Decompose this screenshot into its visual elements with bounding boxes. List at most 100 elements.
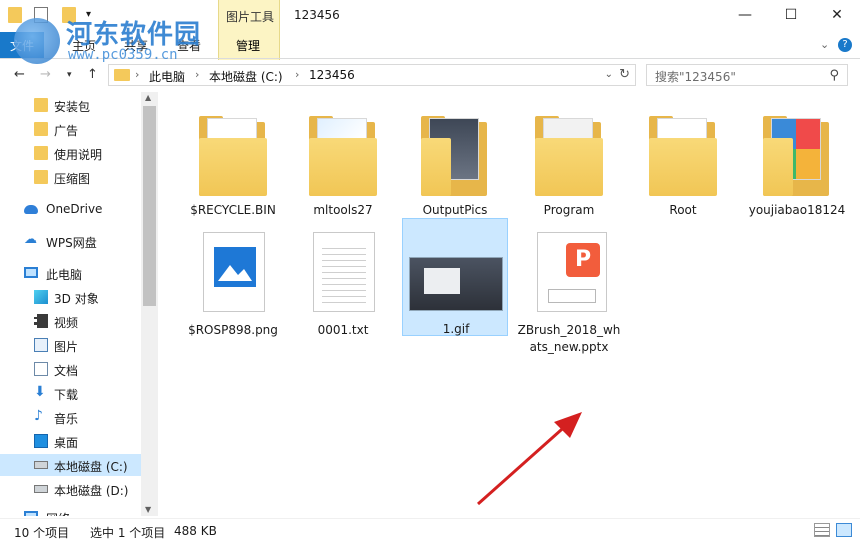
sidebar-item-label: 图片 (54, 340, 79, 354)
music-icon: ♪ (34, 408, 43, 424)
scroll-down-icon[interactable]: ▼ (145, 505, 151, 514)
file-item-mltools27[interactable]: mltools27 (290, 100, 396, 220)
sidebar-item-label: OneDrive (46, 202, 103, 216)
folder-icon (193, 108, 273, 196)
folder-icon[interactable] (8, 7, 22, 23)
text-file-icon (303, 228, 383, 316)
video-icon (34, 314, 48, 328)
file-item-recycle-bin[interactable]: $RECYCLE.BIN (180, 100, 286, 220)
file-item-0001-txt[interactable]: 0001.txt (290, 220, 396, 340)
sidebar-item-installers[interactable]: 安装包 (0, 94, 141, 116)
sidebar-item-documents[interactable]: 文档 (0, 358, 141, 380)
document-icon (34, 362, 48, 376)
search-input[interactable]: 搜索"123456" ⚲ (646, 64, 848, 86)
search-placeholder: 搜索"123456" (655, 70, 736, 84)
search-icon[interactable]: ⚲ (829, 68, 839, 83)
sidebar-item-label: 3D 对象 (54, 292, 99, 306)
file-item-zbrush-pptx[interactable]: P ZBrush_2018_whats_new.pptx (516, 220, 622, 360)
desktop-icon (34, 434, 48, 448)
sidebar-item-this-pc[interactable]: 此电脑 (0, 262, 141, 284)
3d-objects-icon (34, 290, 48, 304)
sidebar-item-local-disk-c[interactable]: 本地磁盘 (C:) (0, 454, 141, 476)
back-icon[interactable]: ← (14, 67, 25, 82)
file-name: $RECYCLE.BIN (190, 203, 276, 217)
recent-locations-icon[interactable]: ▾ (67, 70, 72, 80)
annotation-arrow (477, 412, 582, 506)
sidebar-item-label: 此电脑 (46, 268, 83, 282)
address-bar[interactable]: › 此电脑 › 本地磁盘 (C:) › 123456 ⌄ ↻ (108, 64, 636, 86)
status-item-count: 10 个项目 (14, 526, 70, 540)
watermark-text: 河东软件园 (66, 20, 202, 50)
sidebar-item-label: 压缩图 (54, 172, 91, 186)
window-title: 123456 (294, 8, 340, 22)
file-name: ZBrush_2018_whats_new.pptx (517, 323, 621, 354)
chevron-right-icon[interactable]: › (135, 68, 139, 81)
file-name: $ROSP898.png (188, 323, 278, 337)
chevron-right-icon[interactable]: › (195, 68, 199, 81)
image-file-icon (193, 228, 273, 316)
context-group-label: 图片工具 (225, 10, 274, 24)
cloud-icon (24, 205, 38, 214)
folder-icon (643, 108, 723, 196)
file-item-youjiabao18124[interactable]: youjiabao18124 (744, 100, 850, 220)
up-icon[interactable]: ↑ (87, 67, 98, 82)
computer-icon (24, 267, 38, 278)
scroll-up-icon[interactable]: ▲ (145, 93, 151, 102)
sidebar-item-compressed-images[interactable]: 压缩图 (0, 166, 141, 188)
sidebar-item-desktop[interactable]: 桌面 (0, 430, 141, 452)
folder-icon (34, 146, 48, 160)
file-item-root[interactable]: Root (630, 100, 736, 220)
file-name: Program (543, 203, 595, 217)
minimize-button[interactable]: — (722, 0, 768, 30)
file-name: 0001.txt (317, 323, 369, 337)
sidebar-item-label: 网络 (46, 510, 70, 516)
picture-icon (34, 338, 48, 352)
details-view-icon[interactable] (814, 523, 830, 537)
chevron-right-icon[interactable]: › (295, 68, 299, 81)
breadcrumb-this-pc[interactable]: 此电脑 (149, 68, 185, 85)
sidebar-item-label: 本地磁盘 (C:) (54, 460, 128, 474)
refresh-icon[interactable]: ↻ (619, 67, 630, 82)
sidebar-item-network[interactable]: 网络 (0, 506, 141, 516)
breadcrumb-current-folder[interactable]: 123456 (309, 68, 355, 82)
forward-icon[interactable]: → (40, 67, 51, 82)
sidebar-item-ads[interactable]: 广告 (0, 118, 141, 140)
sidebar-item-label: 下载 (54, 388, 79, 402)
status-size: 488 KB (174, 524, 217, 538)
close-button[interactable]: ✕ (814, 0, 860, 30)
sidebar-item-3d-objects[interactable]: 3D 对象 (0, 286, 141, 308)
navigation-pane: 安装包 广告 使用说明 压缩图 OneDrive ☁ WPS网盘 此电脑 3D … (0, 92, 158, 516)
navigation-row: ← → ▾ ↑ › 此电脑 › 本地磁盘 (C:) › 123456 ⌄ ↻ 搜… (0, 60, 860, 90)
expand-ribbon-icon[interactable]: ⌄ (820, 38, 829, 51)
watermark-logo-icon (14, 18, 60, 64)
help-icon[interactable]: ? (838, 38, 852, 52)
tab-manage[interactable]: 管理 (236, 37, 260, 54)
file-item-outputpics[interactable]: OutputPics (402, 100, 508, 220)
chevron-down-icon[interactable]: ⌄ (605, 69, 613, 80)
file-item-1-gif[interactable]: 1.gif (402, 218, 508, 336)
breadcrumb-local-disk-c[interactable]: 本地磁盘 (C:) (209, 68, 283, 85)
sidebar-item-local-disk-d[interactable]: 本地磁盘 (D:) (0, 478, 141, 500)
maximize-button[interactable]: ☐ (768, 0, 814, 30)
nav-scrollbar[interactable]: ▲ ▼ (141, 92, 158, 516)
folder-icon (415, 108, 495, 196)
sidebar-item-pictures[interactable]: 图片 (0, 334, 141, 356)
folder-icon (34, 98, 48, 112)
sidebar-item-instructions[interactable]: 使用说明 (0, 142, 141, 164)
gif-thumbnail-icon (409, 227, 503, 315)
folder-icon (303, 108, 383, 196)
sidebar-item-videos[interactable]: 视频 (0, 310, 141, 332)
wps-cloud-icon: ☁ (24, 232, 37, 247)
download-icon: ⬇ (34, 384, 46, 400)
sidebar-item-wps-drive[interactable]: ☁ WPS网盘 (0, 230, 141, 252)
large-icons-view-icon[interactable] (836, 523, 852, 537)
sidebar-item-label: 安装包 (54, 100, 91, 114)
folder-icon (529, 108, 609, 196)
sidebar-item-downloads[interactable]: ⬇ 下载 (0, 382, 141, 404)
drive-icon (34, 461, 48, 469)
sidebar-item-music[interactable]: ♪ 音乐 (0, 406, 141, 428)
file-item-program[interactable]: Program (516, 100, 622, 220)
sidebar-item-onedrive[interactable]: OneDrive (0, 198, 141, 220)
scroll-thumb[interactable] (143, 106, 156, 306)
file-item-rosp898-png[interactable]: $ROSP898.png (180, 220, 286, 340)
